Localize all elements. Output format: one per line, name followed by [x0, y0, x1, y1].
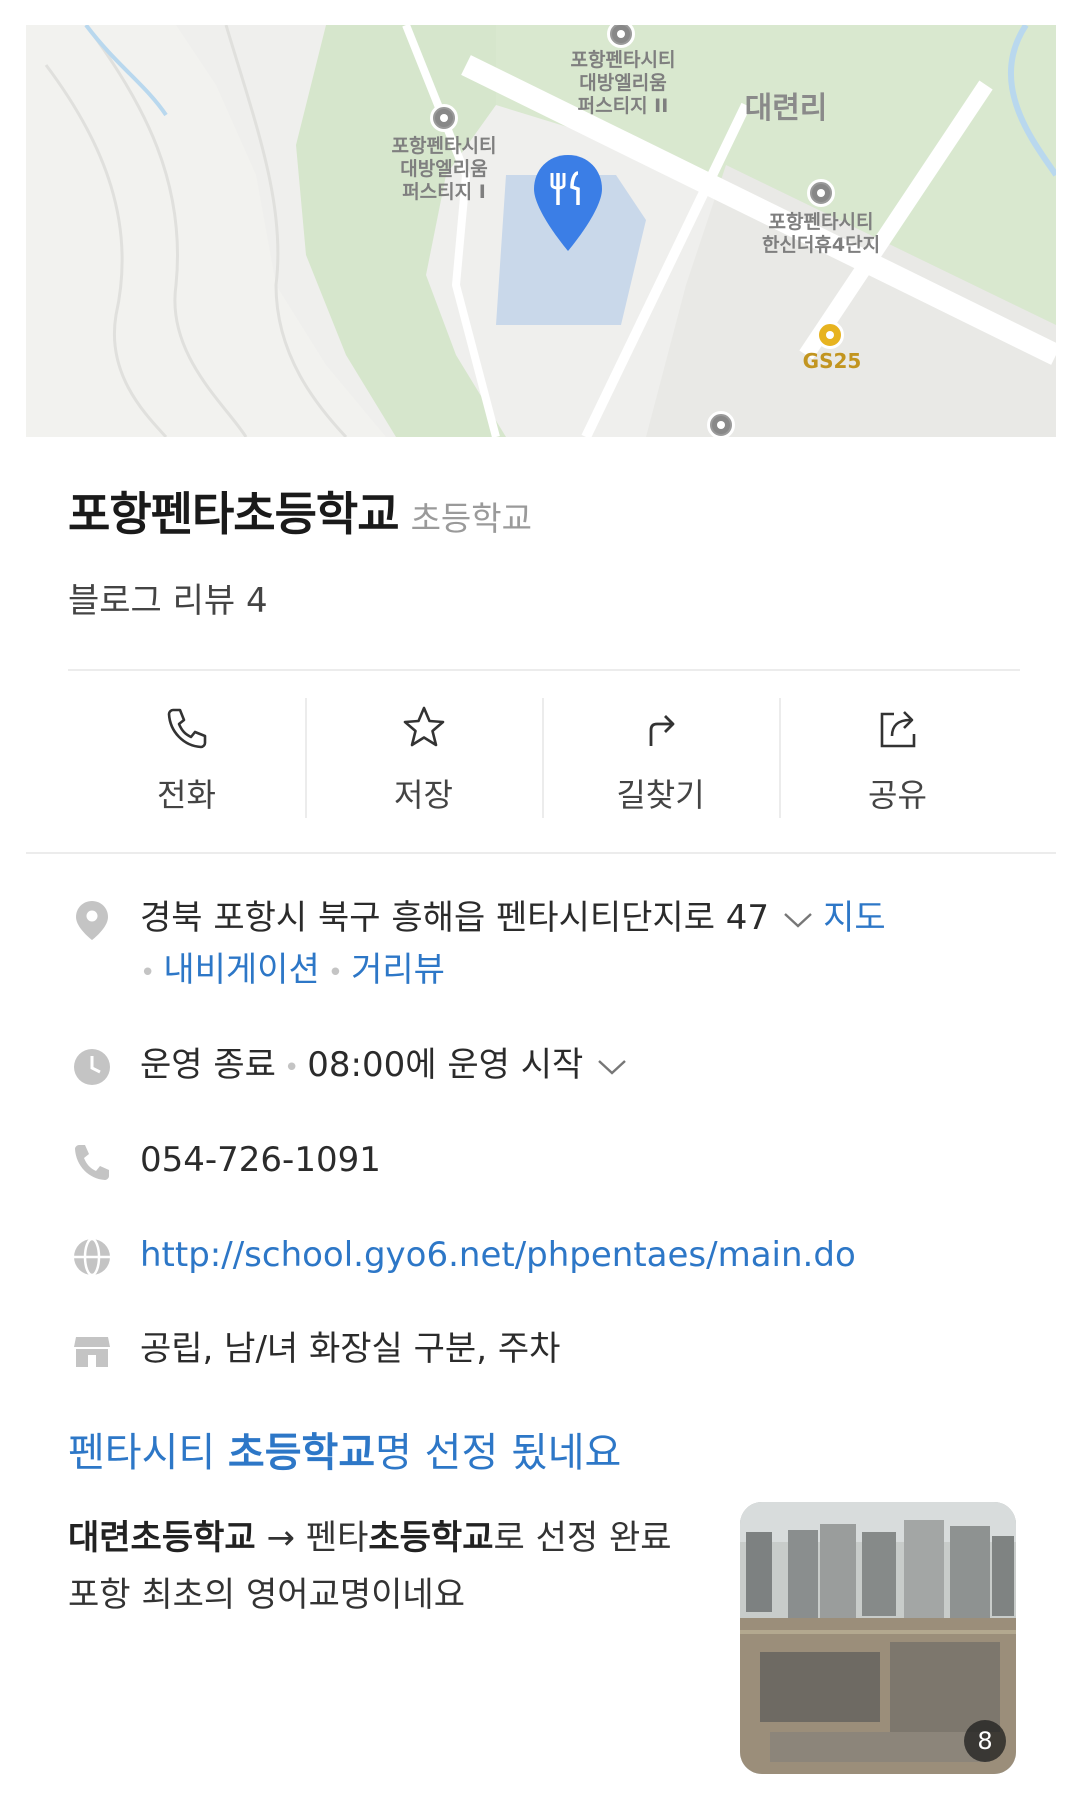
place-name: 포항펜타초등학교 [68, 487, 400, 541]
share-label: 공유 [868, 776, 927, 814]
blog-title-pre: 펜타시티 [68, 1430, 228, 1476]
action-bar: 전화 저장 길찾기 공유 [68, 692, 1016, 822]
hours-status: 운영 종료 [140, 1045, 276, 1085]
blog-body-bold-2: 초등학교 [368, 1518, 494, 1558]
place-title-row: 포항펜타초등학교 초등학교 [68, 478, 533, 541]
apartment-marker-icon[interactable] [807, 179, 835, 207]
blog-body-text-1: → 펜타 [255, 1518, 369, 1558]
save-button[interactable]: 저장 [305, 692, 542, 822]
divider [68, 669, 1020, 671]
facilities-text: 공립, 남/녀 화장실 구분, 주차 [140, 1329, 561, 1369]
directions-label: 길찾기 [616, 776, 705, 814]
location-pin-icon [76, 901, 108, 940]
blog-thumbnail[interactable]: 8 [740, 1502, 1016, 1774]
website-link[interactable]: http://school.gyo6.net/phpentaes/main.do [140, 1229, 856, 1281]
blog-review-count[interactable]: 블로그 리뷰 4 [68, 573, 268, 622]
map-label-gs25: GS25 [802, 349, 862, 373]
phone-number[interactable]: 054-726-1091 [140, 1134, 381, 1186]
share-icon [880, 711, 915, 748]
separator-dot: • [327, 958, 344, 988]
share-button[interactable]: 공유 [779, 692, 1016, 822]
website-row[interactable]: http://school.gyo6.net/phpentaes/main.do [70, 1233, 1030, 1281]
map-label-hanshin: 포항펜타시티 한신더휴4단지 [761, 211, 881, 256]
map-label-area: 대련리 [744, 91, 828, 126]
place-category: 초등학교 [410, 499, 533, 538]
blog-post-title[interactable]: 펜타시티 초등학교명 선정 됬네요 [68, 1420, 621, 1478]
blog-title-highlight: 초등학교 [227, 1430, 376, 1476]
address-text: 경북 포항시 북구 흥해읍 펜타시티단지로 47 [140, 898, 770, 938]
map-label-apt1: 포항펜타시티 대방엘리움 퍼스티지 I [391, 135, 497, 203]
blog-post-excerpt[interactable]: 대련초등학교 → 펜타초등학교로 선정 완료 포항 최초의 영어교명이네요 [68, 1510, 708, 1624]
phone-row[interactable]: 054-726-1091 [70, 1138, 1030, 1186]
divider [26, 852, 1056, 854]
marker-icon[interactable] [707, 411, 735, 437]
blog-title-post: 명 선정 됬네요 [375, 1430, 622, 1476]
streetview-link[interactable]: 거리뷰 [351, 950, 445, 990]
store-icon [74, 1337, 110, 1367]
hours-row[interactable]: 운영 종료 • 08:00에 운영 시작 [70, 1043, 1030, 1094]
phone-icon [167, 708, 206, 749]
call-label: 전화 [157, 776, 216, 814]
store-marker-icon[interactable] [816, 321, 844, 349]
navigation-link[interactable]: 내비게이션 [163, 950, 319, 990]
call-button[interactable]: 전화 [68, 692, 305, 822]
directions-icon [649, 715, 674, 746]
map-label-apt2: 포항펜타시티 대방엘리움 퍼스티지 II [570, 49, 676, 117]
chevron-down-icon[interactable] [783, 910, 813, 930]
chevron-down-icon[interactable] [597, 1057, 627, 1077]
save-label: 저장 [394, 776, 453, 814]
globe-icon [74, 1237, 110, 1277]
address-row: 경북 포항시 북구 흥해읍 펜타시티단지로 47 지도 • 내비게이션 • 거리뷰 [70, 896, 1030, 999]
photo-count-badge: 8 [964, 1720, 1006, 1762]
phone-icon [75, 1145, 109, 1180]
map-link[interactable]: 지도 [823, 898, 886, 938]
apartment-marker-icon[interactable] [430, 104, 458, 132]
hours-next: 08:00에 운영 시작 [307, 1045, 584, 1085]
map-view[interactable]: 포항펜타시티 대방엘리움 퍼스티지 II 포항펜타시티 대방엘리움 퍼스티지 I 대련리… [26, 25, 1056, 437]
separator-dot: • [140, 958, 156, 988]
separator-dot: • [283, 1053, 300, 1083]
facilities-row: 공립, 남/녀 화장실 구분, 주차 [70, 1327, 1030, 1375]
directions-button[interactable]: 길찾기 [542, 692, 779, 822]
star-icon [403, 706, 444, 747]
blog-body-bold-1: 대련초등학교 [68, 1518, 256, 1558]
clock-icon [74, 1049, 110, 1085]
restaurant-pin-icon[interactable] [530, 153, 606, 253]
